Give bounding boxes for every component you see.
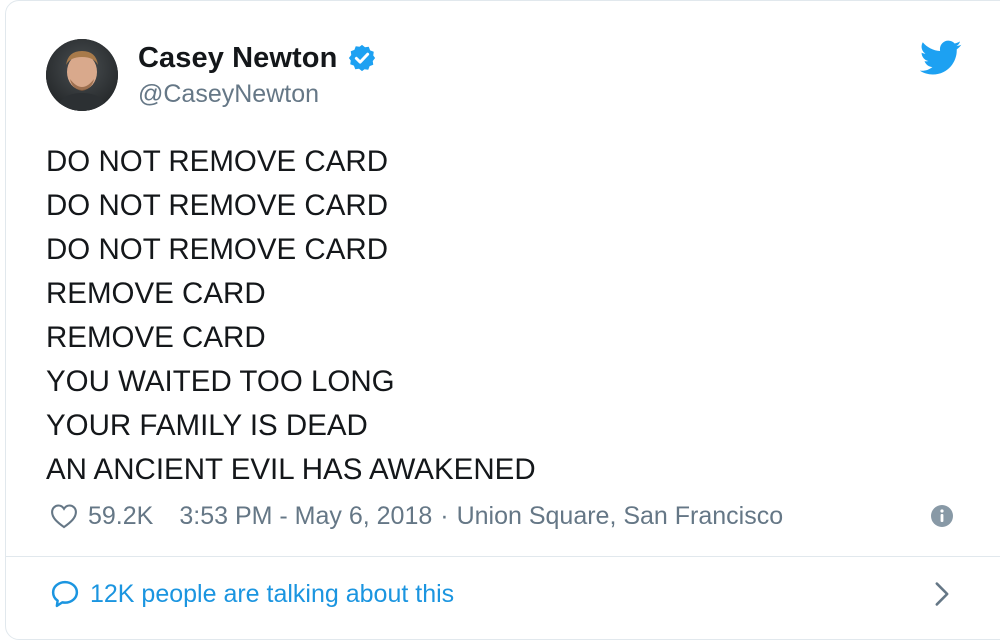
heart-icon[interactable] <box>50 503 78 529</box>
tweet-line: DO NOT REMOVE CARD <box>46 145 389 178</box>
footer-divider <box>5 556 1000 557</box>
like-count[interactable]: 59.2K <box>88 502 153 531</box>
tweet-line: AN ANCIENT EVIL HAS AWAKENED <box>46 453 536 486</box>
tweet-line: YOUR FAMILY IS DEAD <box>46 409 368 442</box>
tweet-line: REMOVE CARD <box>46 321 266 354</box>
meta-separator: · <box>440 501 449 530</box>
tweet-line: DO NOT REMOVE CARD <box>46 189 389 222</box>
tweet-meta-row: 59.2K 3:53 PM - May 6, 2018 · Union Squa… <box>50 498 783 534</box>
tweet-text: DO NOT REMOVE CARD DO NOT REMOVE CARD DO… <box>46 140 536 492</box>
tweet-line: DO NOT REMOVE CARD <box>46 233 389 266</box>
chevron-right-icon[interactable] <box>932 581 952 607</box>
tweet-location[interactable]: Union Square, San Francisco <box>457 502 784 531</box>
chat-bubble-icon <box>51 580 79 608</box>
tweet-line: YOU WAITED TOO LONG <box>46 365 395 398</box>
conversation-link[interactable]: 12K people are talking about this <box>50 576 454 612</box>
twitter-bird-icon[interactable] <box>920 40 962 76</box>
tweet-line: REMOVE CARD <box>46 277 266 310</box>
author-handle[interactable]: @CaseyNewton <box>138 80 319 109</box>
verified-badge-icon <box>349 44 376 72</box>
author-display-name[interactable]: Casey Newton <box>138 42 337 75</box>
conversation-label[interactable]: 12K people are talking about this <box>90 580 454 609</box>
info-icon[interactable] <box>930 504 954 528</box>
avatar[interactable] <box>46 39 118 111</box>
tweet-timestamp[interactable]: 3:53 PM - May 6, 2018 <box>179 502 432 531</box>
author-name-row[interactable]: Casey Newton <box>138 40 377 76</box>
avatar-image <box>46 39 118 111</box>
